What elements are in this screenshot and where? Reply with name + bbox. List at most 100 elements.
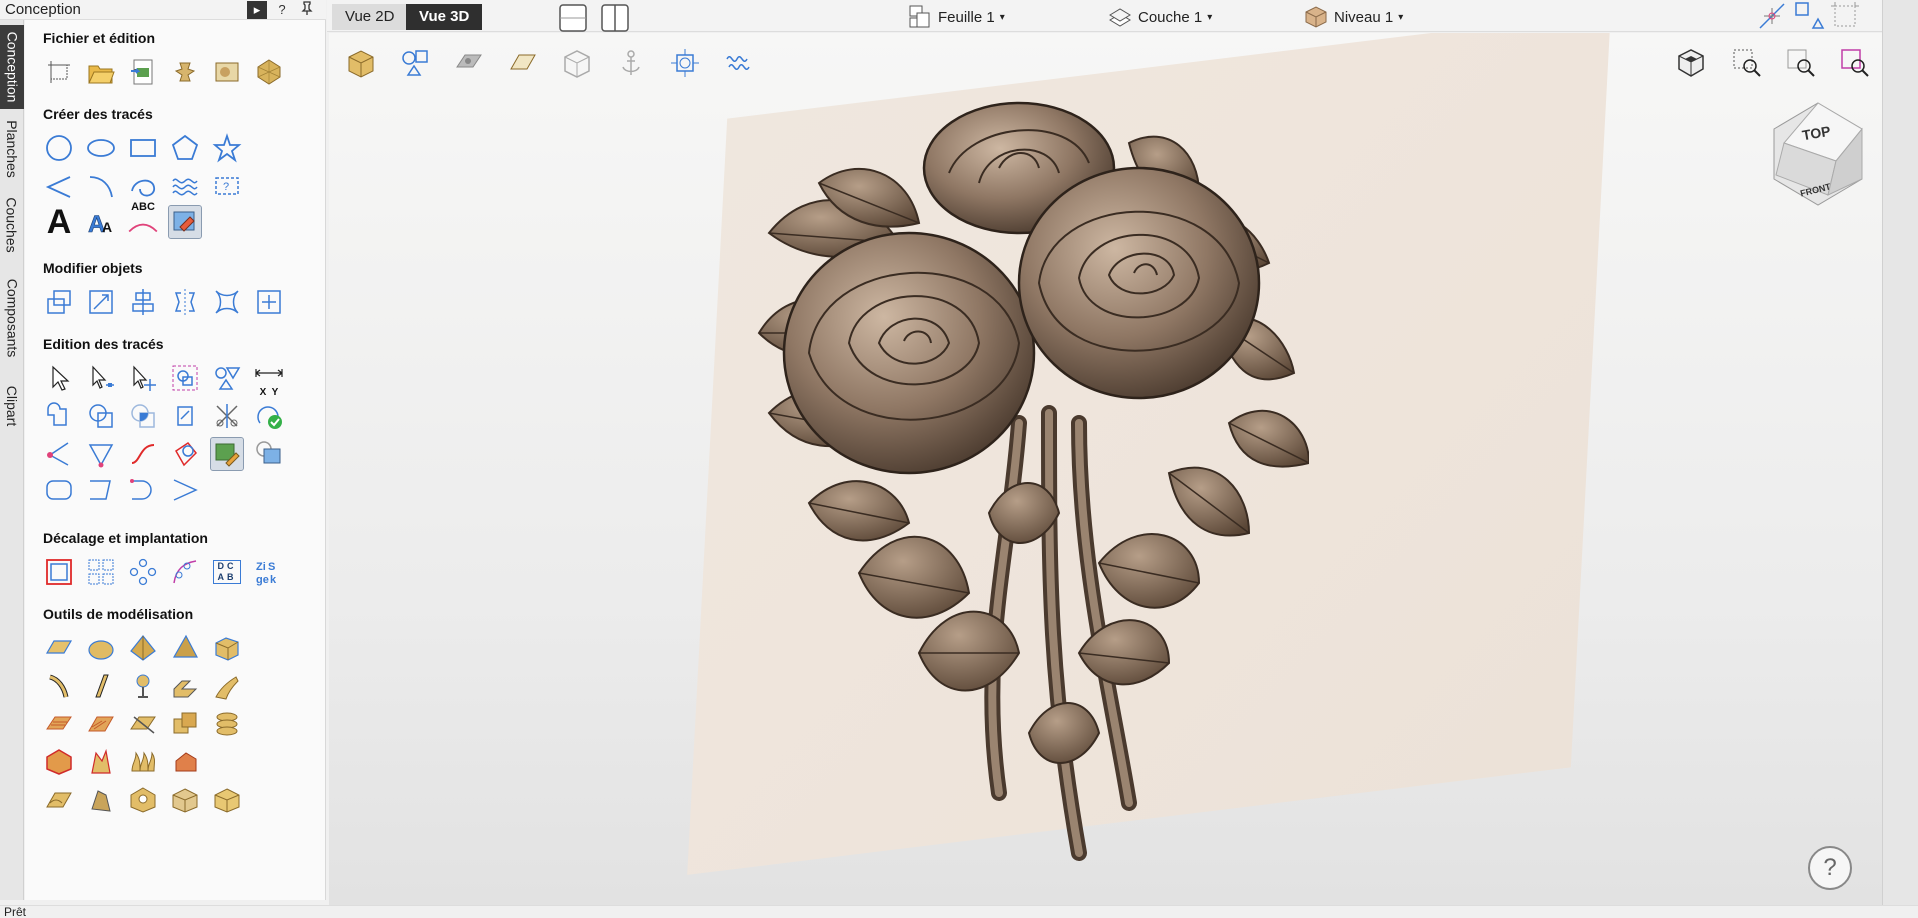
smooth-relief-icon[interactable] (43, 784, 75, 816)
ellipse-icon[interactable] (85, 132, 117, 164)
tab-composants[interactable]: Composants (0, 268, 24, 368)
wireframe-icon[interactable] (559, 45, 595, 81)
wave-icon[interactable] (169, 170, 201, 202)
node-edit-icon[interactable] (85, 362, 117, 394)
smooth-curve-icon[interactable] (127, 438, 159, 470)
layers-stack-icon[interactable] (211, 708, 243, 740)
text-icon[interactable]: A (43, 203, 75, 241)
3d-viewport[interactable]: TOP FRONT (329, 33, 1882, 905)
sweep-icon[interactable] (43, 670, 75, 702)
move-icon[interactable] (43, 286, 75, 318)
solid-material-icon[interactable] (343, 45, 379, 81)
import-image-icon[interactable] (127, 56, 159, 88)
arc-icon[interactable] (85, 170, 117, 202)
sculpt-icon[interactable] (211, 670, 243, 702)
tab-couches[interactable]: Couches (0, 190, 24, 260)
dimension-frame-icon[interactable]: ? (211, 170, 243, 202)
label-layout-icon[interactable]: DC AB (211, 556, 243, 588)
distort-icon[interactable] (211, 286, 243, 318)
curve-join-icon[interactable] (127, 474, 159, 506)
toggle-panel-icon[interactable]: ▸ (247, 1, 267, 19)
nesting-icon[interactable]: Zi Sge k (253, 556, 285, 588)
fade-icon[interactable] (85, 746, 117, 778)
chevron-path-icon[interactable] (169, 474, 201, 506)
turn-icon[interactable] (127, 670, 159, 702)
extend-icon[interactable] (169, 438, 201, 470)
triangle-node-icon[interactable] (85, 438, 117, 470)
transform-icon[interactable] (127, 362, 159, 394)
sheet-dropdown[interactable]: Feuille 1 ▾ (907, 4, 1005, 30)
texture-icon[interactable] (43, 708, 75, 740)
image-edit-icon[interactable] (210, 437, 244, 471)
zoom-all-icon[interactable] (1783, 45, 1819, 81)
angle-shape-icon[interactable] (169, 632, 201, 664)
tab-planches[interactable]: Planches (0, 114, 24, 184)
tilt-icon[interactable] (85, 784, 117, 816)
group-select-icon[interactable] (169, 362, 201, 394)
view-orientation-icon[interactable] (1673, 45, 1709, 81)
view-cube[interactable]: TOP FRONT (1762, 99, 1874, 211)
help-icon[interactable]: ? (272, 1, 292, 19)
star-icon[interactable] (211, 132, 243, 164)
corner-icon[interactable] (43, 438, 75, 470)
toolpath-preview-icon[interactable] (667, 45, 703, 81)
subtract-icon[interactable] (85, 400, 117, 432)
anchor-icon[interactable] (613, 45, 649, 81)
two-rail-sweep-icon[interactable] (85, 670, 117, 702)
text-on-curve-icon[interactable]: ABC (127, 201, 159, 238)
image-trace-icon[interactable] (168, 205, 202, 239)
shapes-icon[interactable] (211, 362, 243, 394)
image-display-icon[interactable] (451, 45, 487, 81)
extrude-box-icon[interactable] (211, 632, 243, 664)
import-component-icon[interactable] (169, 56, 201, 88)
tab-3d-view[interactable]: Vue 3D (406, 4, 483, 30)
polyline-icon[interactable] (43, 170, 75, 202)
pin-icon[interactable] (297, 1, 317, 19)
tab-2d-view[interactable]: Vue 2D (332, 4, 408, 30)
import-clipart-icon[interactable] (211, 56, 243, 88)
zoom-box-icon[interactable] (1729, 45, 1765, 81)
bezier-curve-icon[interactable] (127, 170, 159, 202)
reset-zero-icon[interactable] (169, 784, 201, 816)
snap-icon[interactable] (1754, 0, 1790, 34)
fillet-icon[interactable] (169, 400, 201, 432)
shapes-display-icon[interactable] (397, 45, 433, 81)
draw-mode-icon[interactable] (1791, 0, 1827, 34)
job-setup-icon[interactable] (43, 56, 75, 88)
clip-icon[interactable] (127, 784, 159, 816)
offset-icon[interactable] (43, 556, 75, 588)
intersect-icon[interactable] (127, 400, 159, 432)
split-component-icon[interactable] (169, 708, 201, 740)
zoom-selection-icon[interactable] (1837, 45, 1873, 81)
boundary-icon[interactable] (43, 746, 75, 778)
wave-display-icon[interactable] (721, 45, 757, 81)
trim-icon[interactable] (211, 400, 243, 432)
validate-vectors-icon[interactable] (253, 400, 285, 432)
weld-icon[interactable] (43, 400, 75, 432)
polygon-icon[interactable] (169, 132, 201, 164)
layer-dropdown[interactable]: Couche 1 ▾ (1107, 4, 1212, 30)
flames-icon[interactable] (127, 746, 159, 778)
set-size-icon[interactable] (253, 286, 285, 318)
extrude-profile-icon[interactable] (169, 670, 201, 702)
align-icon[interactable] (127, 286, 159, 318)
mirror-icon[interactable] (169, 286, 201, 318)
tab-conception[interactable]: Conception (0, 25, 24, 109)
image-adjust-icon[interactable] (253, 438, 285, 470)
tab-clipart[interactable]: Clipart (0, 376, 24, 436)
circular-copy-icon[interactable] (127, 556, 159, 588)
copy-along-curve-icon[interactable] (169, 556, 201, 588)
text-style-icon[interactable]: AA (85, 206, 117, 238)
circle-icon[interactable] (43, 132, 75, 164)
open-file-icon[interactable] (85, 56, 117, 88)
array-copy-icon[interactable] (85, 556, 117, 588)
scale-icon[interactable] (85, 286, 117, 318)
bake-icon[interactable] (169, 746, 201, 778)
slice-icon[interactable] (127, 708, 159, 740)
rounded-rect-icon[interactable] (43, 474, 75, 506)
selection-frame-icon[interactable] (1827, 0, 1863, 34)
open-path-icon[interactable] (85, 474, 117, 506)
rose-bouquet-relief[interactable] (749, 93, 1309, 903)
tab-toolpaths[interactable]: Parcours d'outil (1885, 6, 1918, 133)
split-view-icon[interactable] (597, 0, 633, 36)
